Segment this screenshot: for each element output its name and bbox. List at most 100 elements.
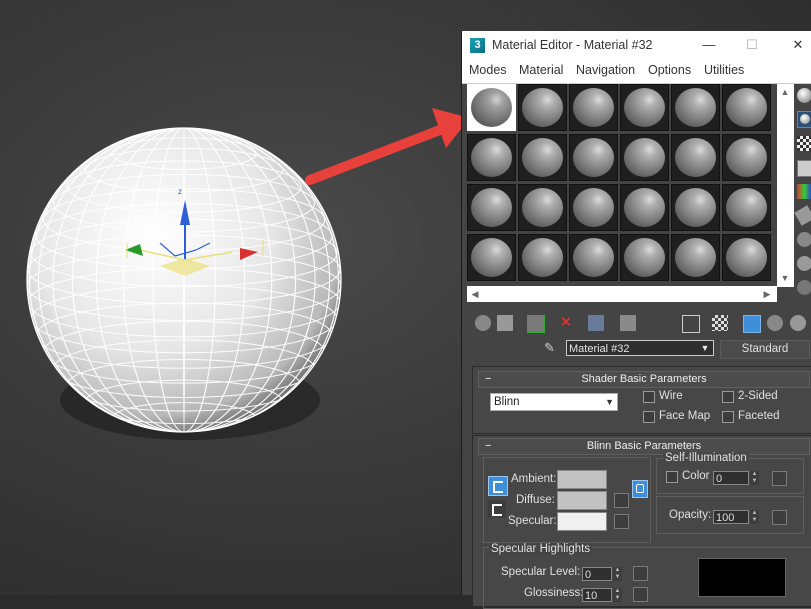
scroll-left-icon[interactable]: ◀ <box>467 286 483 302</box>
material-map-navigator-icon[interactable] <box>797 280 811 295</box>
sample-slot[interactable] <box>569 84 618 131</box>
go-forward-to-sibling-icon[interactable] <box>790 315 806 331</box>
material-type-button[interactable]: Standard <box>720 340 810 359</box>
material-name-row: ✎ Material #32 ▼ Standard <box>462 338 811 360</box>
self-illum-color-checkbox[interactable] <box>666 471 678 483</box>
glossiness-field[interactable]: 10 <box>582 588 612 602</box>
face-map-checkbox[interactable] <box>643 411 655 423</box>
sample-slot[interactable] <box>620 134 669 181</box>
opacity-spinner[interactable]: ▲ ▼ <box>750 510 759 524</box>
reset-map-icon[interactable]: ✕ <box>558 315 574 331</box>
diffuse-color-swatch[interactable] <box>557 491 607 510</box>
opacity-value-field[interactable]: 100 <box>713 510 749 524</box>
backlight-icon[interactable] <box>797 111 811 128</box>
self-illum-map-button[interactable] <box>772 471 787 486</box>
sample-slot[interactable] <box>518 184 567 231</box>
shader-rollout-header[interactable]: − Shader Basic Parameters <box>478 371 810 388</box>
specular-color-swatch[interactable] <box>557 512 607 531</box>
sample-slot[interactable] <box>722 234 771 281</box>
specular-highlights-title: Specular Highlights <box>489 543 593 555</box>
self-illum-value-field[interactable]: 0 <box>713 471 749 485</box>
diffuse-map-button[interactable] <box>614 493 629 508</box>
specular-level-field[interactable]: 0 <box>582 567 612 581</box>
lock-icon[interactable] <box>632 480 648 498</box>
specular-level-spinner[interactable]: ▲ ▼ <box>613 567 622 581</box>
chevron-down-icon[interactable]: ▼ <box>698 341 712 355</box>
options-icon[interactable] <box>797 232 811 247</box>
make-unique-icon[interactable] <box>588 315 604 331</box>
slots-horizontal-scrollbar[interactable]: ◀ ▶ <box>467 286 777 302</box>
sample-sphere-icon <box>471 88 512 127</box>
glossiness-spinner[interactable]: ▲ ▼ <box>613 588 622 602</box>
make-preview-icon[interactable] <box>794 205 811 226</box>
material-name-field[interactable]: Material #32 <box>566 340 714 356</box>
show-map-in-viewport-icon[interactable] <box>712 315 728 331</box>
blinn-rollout-header[interactable]: − Blinn Basic Parameters <box>478 438 810 455</box>
slots-vertical-scrollbar[interactable]: ▲ ▼ <box>777 84 794 287</box>
shader-type-dropdown[interactable]: Blinn ▼ <box>490 393 618 411</box>
assign-material-icon[interactable] <box>527 315 545 333</box>
opacity-map-button[interactable] <box>772 510 787 525</box>
sample-type-icon[interactable] <box>797 88 811 103</box>
sample-slot[interactable] <box>722 84 771 131</box>
specular-label: Specular: <box>508 515 557 527</box>
sample-sphere-icon <box>522 188 563 227</box>
sample-slot[interactable] <box>671 134 720 181</box>
shader-basic-parameters-rollout: − Shader Basic Parameters Blinn ▼ Wire 2-S… <box>472 366 811 434</box>
sample-slot[interactable] <box>467 234 516 281</box>
sample-slot[interactable] <box>722 184 771 231</box>
two-sided-label: 2-Sided <box>738 390 778 402</box>
minimize-button[interactable]: — <box>698 35 720 55</box>
menu-navigation[interactable]: Navigation <box>576 63 635 77</box>
sample-slot[interactable] <box>620 84 669 131</box>
sample-slot[interactable] <box>467 84 516 131</box>
show-end-result-icon[interactable] <box>743 315 761 333</box>
sample-slot[interactable] <box>671 184 720 231</box>
sample-uv-tiling-icon[interactable] <box>797 160 811 177</box>
sample-slot[interactable] <box>518 234 567 281</box>
sample-slot[interactable] <box>620 234 669 281</box>
maximize-button[interactable]: ☐ <box>741 35 763 55</box>
sample-slot[interactable] <box>671 234 720 281</box>
scroll-down-icon[interactable]: ▼ <box>777 270 793 286</box>
sample-slot[interactable] <box>671 84 720 131</box>
menu-modes[interactable]: Modes <box>469 63 507 77</box>
get-material-icon[interactable] <box>475 315 491 331</box>
put-material-to-scene-icon[interactable] <box>497 315 513 331</box>
menu-utilities[interactable]: Utilities <box>704 63 744 77</box>
specular-map-button[interactable] <box>614 514 629 529</box>
sample-slot[interactable] <box>569 184 618 231</box>
self-illum-spinner[interactable]: ▲ ▼ <box>750 471 759 485</box>
sample-slot[interactable] <box>467 184 516 231</box>
bottom-toolbar: ✕ <box>462 311 811 335</box>
sample-slot[interactable] <box>518 134 567 181</box>
lock-diffuse-specular-button[interactable] <box>488 500 506 518</box>
sample-slot[interactable] <box>518 84 567 131</box>
go-to-parent-icon[interactable] <box>767 315 783 331</box>
ambient-color-swatch[interactable] <box>557 470 607 489</box>
background-icon[interactable] <box>797 136 811 151</box>
sample-slot[interactable] <box>467 134 516 181</box>
lock-ambient-diffuse-button[interactable] <box>488 476 508 496</box>
two-sided-checkbox[interactable] <box>722 391 734 403</box>
sample-slot[interactable] <box>569 234 618 281</box>
menu-material[interactable]: Material <box>519 63 563 77</box>
faceted-checkbox[interactable] <box>722 411 734 423</box>
select-by-material-icon[interactable] <box>797 256 811 271</box>
pick-material-eyedropper-icon[interactable]: ✎ <box>544 341 558 355</box>
put-to-library-icon[interactable] <box>620 315 636 331</box>
sample-sphere-icon <box>675 238 716 277</box>
sample-slot[interactable] <box>569 134 618 181</box>
close-button[interactable]: ✕ <box>787 35 809 55</box>
sample-slot[interactable] <box>620 184 669 231</box>
video-color-check-icon[interactable] <box>797 184 811 199</box>
scroll-right-icon[interactable]: ▶ <box>759 286 775 302</box>
scroll-up-icon[interactable]: ▲ <box>777 84 793 100</box>
menu-options[interactable]: Options <box>648 63 691 77</box>
specular-level-map-button[interactable] <box>633 566 648 581</box>
sample-slot[interactable] <box>722 134 771 181</box>
material-id-channel-icon[interactable] <box>682 315 700 333</box>
wire-checkbox[interactable] <box>643 391 655 403</box>
sample-sphere-icon <box>726 238 767 277</box>
sample-sphere-icon <box>522 88 563 127</box>
